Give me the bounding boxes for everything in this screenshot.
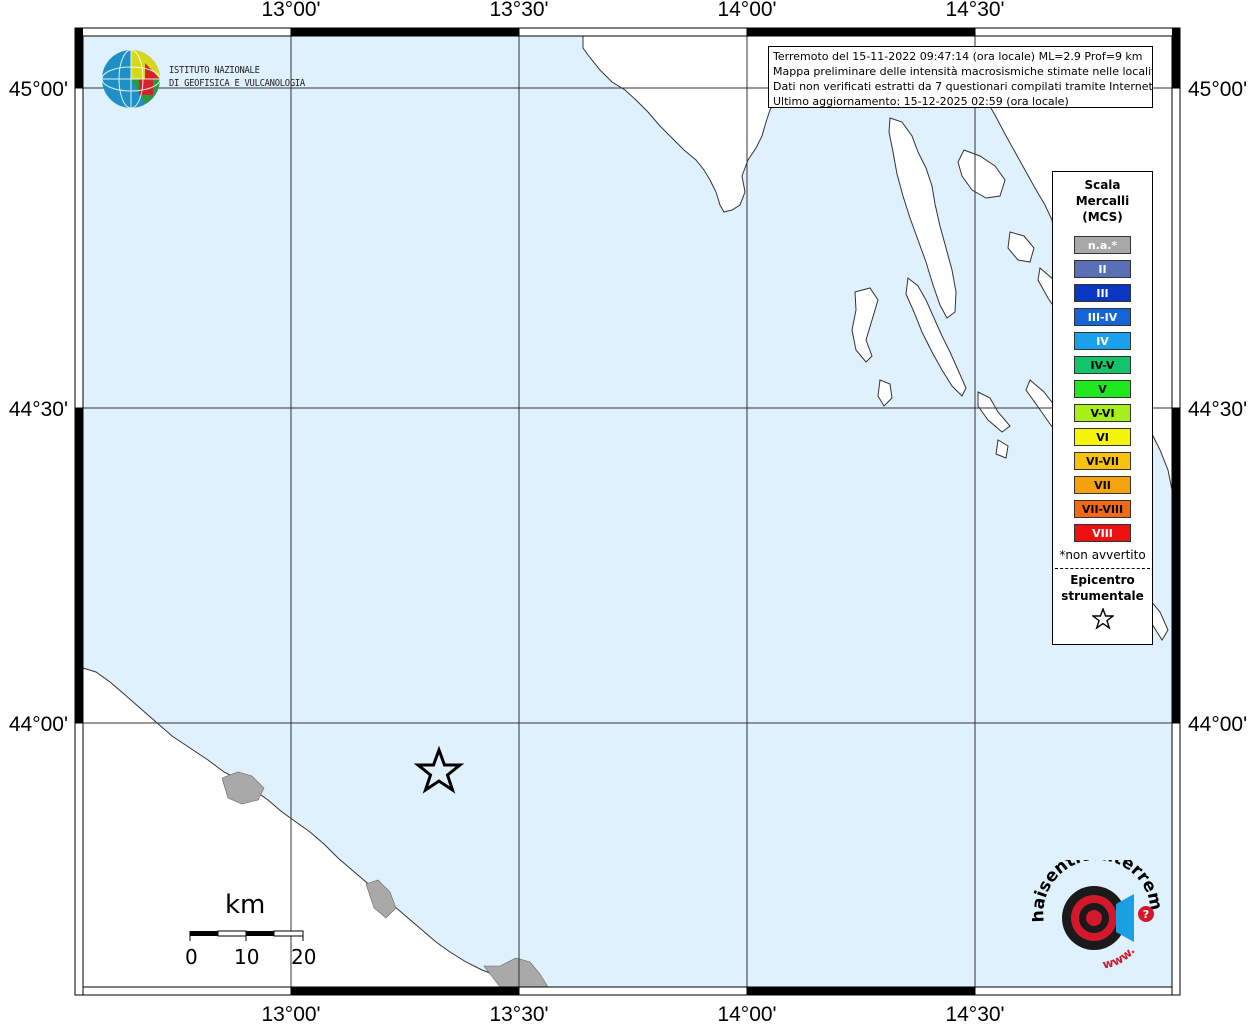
scale-bar-graphic — [189, 930, 304, 941]
lon-label-bottom-1: 13°00' — [261, 1003, 320, 1024]
legend-item: VIII — [1074, 524, 1131, 542]
legend-item: III — [1074, 284, 1131, 302]
legend-epicenter-title: Epicentro strumentale — [1053, 572, 1152, 604]
scale-tick-20: 20 — [291, 945, 317, 969]
svg-text:?: ? — [1143, 908, 1149, 921]
lat-label-right-2: 44°30' — [1188, 398, 1247, 421]
legend-item: V-VI — [1074, 404, 1131, 422]
info-line-2: Mappa preliminare delle intensità macros… — [773, 65, 1153, 78]
scale-unit-label: km — [225, 890, 266, 920]
legend-note: *non avvertito — [1059, 548, 1146, 562]
legend-divider — [1055, 568, 1150, 569]
legend-item: II — [1074, 260, 1131, 278]
mcs-legend: Scala Mercalli (MCS) n.a.* II III III-IV IV I… — [1052, 171, 1153, 645]
scale-tick-0: 0 — [185, 945, 198, 969]
lon-label-bottom-3: 14°00' — [717, 1003, 776, 1024]
lat-label-right-1: 45°00' — [1188, 78, 1247, 101]
info-line-3: Dati non verificati estratti da 7 questi… — [773, 80, 1153, 93]
lat-label-left-3: 44°00' — [9, 713, 68, 736]
legend-item: IV-V — [1074, 356, 1131, 374]
legend-item: III-IV — [1074, 308, 1131, 326]
legend-star-icon — [1053, 606, 1152, 634]
lon-label-bottom-2: 13°30' — [489, 1003, 548, 1024]
scale-tick-10: 10 — [234, 945, 260, 969]
lon-label-top-2: 13°30' — [489, 0, 548, 21]
legend-item: V — [1074, 380, 1131, 398]
info-line-1: Terremoto del 15-11-2022 09:47:14 (ora l… — [773, 50, 1143, 63]
legend-item: VI — [1074, 428, 1131, 446]
lat-label-right-3: 44°00' — [1188, 713, 1247, 736]
lon-label-top-1: 13°00' — [261, 0, 320, 21]
lat-label-left-1: 45°00' — [9, 78, 68, 101]
lat-label-left-2: 44°30' — [9, 398, 68, 421]
legend-epicenter-line2: strumentale — [1061, 589, 1144, 603]
ingv-name-line1: ISTITUTO NAZIONALE — [169, 65, 260, 76]
legend-epicenter-line1: Epicentro — [1070, 573, 1135, 587]
legend-title-line2: Mercalli — [1075, 194, 1130, 208]
haisentitoilterremoto-logo-icon[interactable]: haisentitoilterremoto.it www. ? — [1032, 860, 1162, 975]
scale-bar: km 0 10 20 — [185, 890, 317, 970]
legend-title-line1: Scala — [1084, 178, 1121, 192]
ingv-name: ISTITUTO NAZIONALE DI GEOFISICA E VULCAN… — [169, 64, 305, 90]
hst-logo-bottom-text: www. — [1101, 944, 1138, 972]
legend-item: VII-VIII — [1074, 500, 1131, 518]
legend-title: Scala Mercalli (MCS) — [1053, 177, 1152, 225]
lon-label-top-4: 14°30' — [945, 0, 1004, 21]
lon-label-top-3: 14°00' — [717, 0, 776, 21]
legend-items: n.a.* II III III-IV IV IV-V V V-VI VI VI-VII VII VI… — [1053, 236, 1152, 542]
ingv-name-line2: DI GEOFISICA E VULCANOLOGIA — [169, 78, 305, 89]
legend-title-line3: (MCS) — [1082, 210, 1123, 224]
legend-item: IV — [1074, 332, 1131, 350]
earthquake-info-box: Terremoto del 15-11-2022 09:47:14 (ora l… — [768, 46, 1153, 108]
info-line-4: Ultimo aggiornamento: 15-12-2025 02:59 (… — [773, 95, 1069, 108]
legend-item: n.a.* — [1074, 236, 1131, 254]
lon-label-bottom-4: 14°30' — [945, 1003, 1004, 1024]
legend-item: VI-VII — [1074, 452, 1131, 470]
ingv-logo-icon — [101, 49, 161, 109]
legend-item: VII — [1074, 476, 1131, 494]
